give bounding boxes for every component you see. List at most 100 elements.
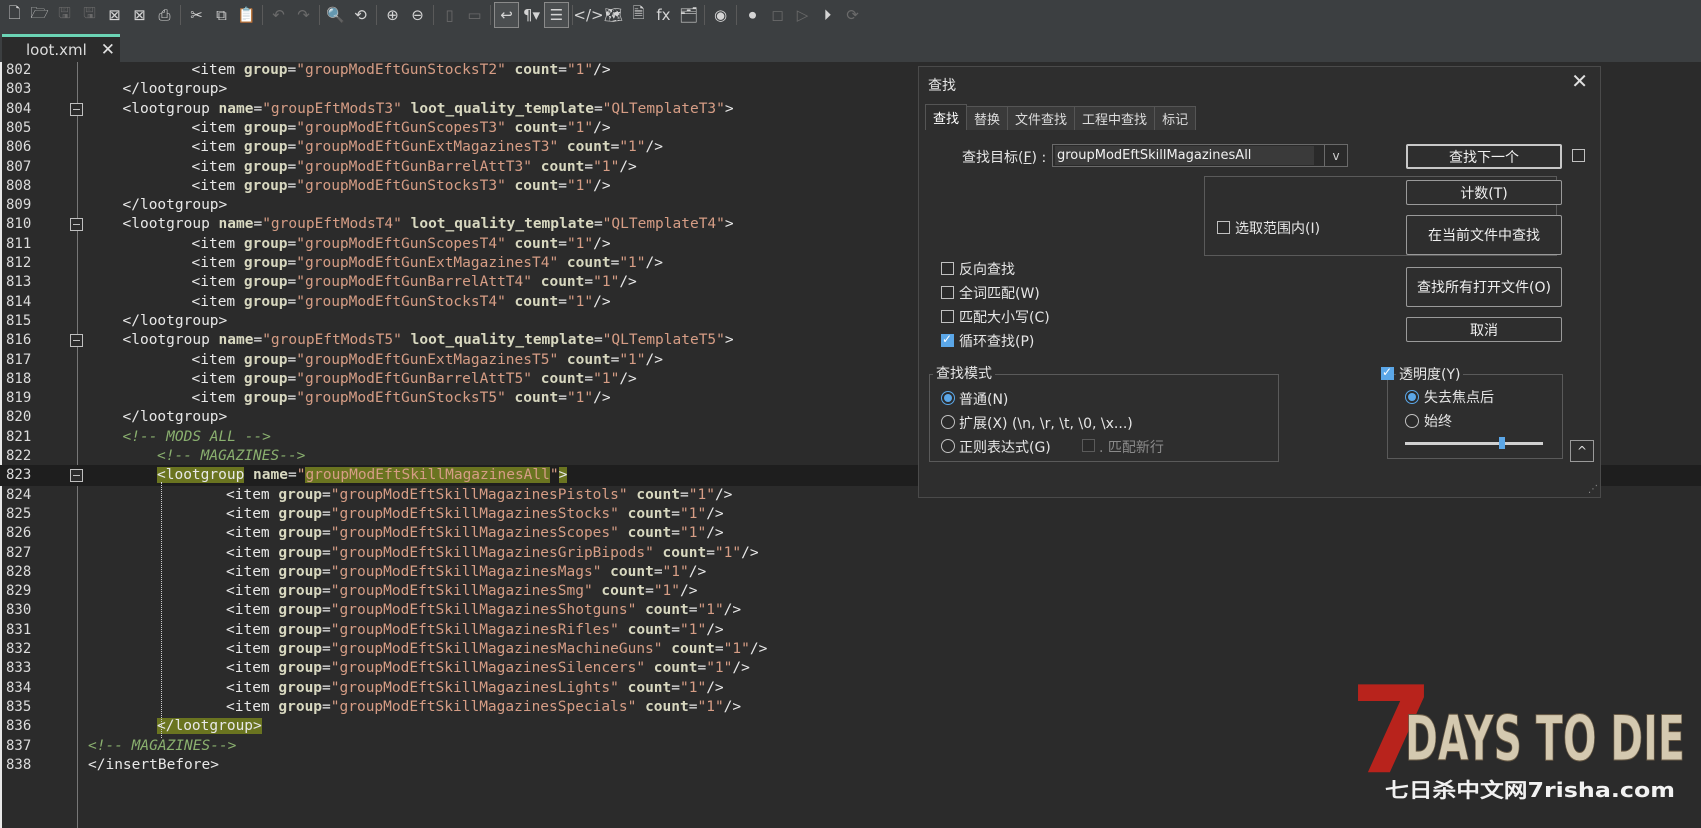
monitoring-icon[interactable]: ◉ — [708, 2, 733, 28]
code-token: count — [566, 139, 611, 156]
code-text: <item group="groupModEftGunExtMagazinesT… — [192, 253, 663, 274]
code-token: group — [243, 390, 288, 407]
transparency-slider-track[interactable] — [1405, 442, 1543, 445]
tab-find-in-files[interactable]: 文件查找 — [1007, 106, 1076, 130]
code-line[interactable]: 832 <item group="groupModEftSkillMagazine… — [0, 639, 1701, 660]
xml-tag-icon[interactable]: </> — [573, 2, 603, 28]
fold-toggle-icon[interactable] — [70, 469, 83, 483]
code-token: = — [287, 370, 297, 387]
print-icon[interactable]: ⎙ — [152, 2, 177, 28]
redo-icon[interactable]: ↷ — [291, 2, 316, 28]
save-macro-icon[interactable]: ⟳ — [840, 2, 865, 28]
replace-icon[interactable]: ⟲ — [348, 2, 373, 28]
wrap-around-checkbox[interactable] — [941, 332, 954, 347]
code-value: groupModEftGunExtMagazinesT5 — [305, 351, 550, 368]
cancel-button[interactable]: 取消 — [1406, 317, 1562, 342]
code-value: </lootgroup> — [157, 718, 262, 735]
close-all-icon[interactable]: ⊠ — [127, 2, 152, 28]
find-what-combo[interactable]: v — [1052, 144, 1348, 167]
code-token: = — [253, 216, 263, 233]
code-token: " — [732, 544, 742, 561]
find-all-current-button[interactable]: 在当前文件中查找 — [1406, 215, 1562, 255]
indent-guide-icon[interactable]: ☰ — [544, 2, 569, 28]
code-token: /> — [645, 255, 663, 271]
find-what-input[interactable] — [1055, 146, 1314, 165]
code-text: <item group="groupModEftGunStocksT5" cou… — [192, 388, 611, 409]
on-lose-focus-radio[interactable] — [1405, 390, 1419, 404]
resize-grip-icon[interactable]: ⋰ — [1588, 484, 1598, 495]
tab-find[interactable]: 查找 — [925, 104, 968, 130]
code-line[interactable]: 830 <item group="groupModEftSkillMagazine… — [0, 600, 1701, 621]
code-line[interactable]: 826 <item group="groupModEftSkillMagazine… — [0, 523, 1701, 544]
code-token: group — [278, 660, 323, 677]
save-all-icon[interactable]: 🖫 — [77, 2, 102, 28]
code-token: " — [653, 641, 672, 657]
play-macro-icon[interactable]: ▷ — [790, 2, 815, 28]
line-number: 836 — [6, 718, 32, 735]
code-line[interactable]: 831 <item group="groupModEftSkillMagazine… — [0, 620, 1701, 641]
always-radio[interactable] — [1405, 414, 1419, 428]
code-text: <lootgroup name="groupEftModsT5" loot_qu… — [123, 330, 734, 351]
tab-close-icon[interactable]: ✕ — [101, 40, 115, 60]
tab-mark[interactable]: 标记 — [1154, 106, 1197, 130]
cut-icon[interactable]: ✂ — [184, 2, 209, 28]
open-file-icon[interactable]: 🗁 — [27, 2, 52, 28]
fold-toggle-icon[interactable] — [70, 334, 83, 348]
record-macro-icon[interactable]: ⏺ — [740, 2, 765, 28]
code-line[interactable]: 827 <item group="groupModEftSkillMagazine… — [0, 543, 1701, 564]
close-icon[interactable]: ⊠ — [102, 2, 127, 28]
find-icon[interactable]: 🔍 — [323, 2, 348, 28]
save-icon[interactable]: 🖫 — [52, 2, 77, 28]
show-all-chars-icon[interactable]: ¶▾ — [519, 2, 544, 28]
find-next-button[interactable]: 查找下一个 — [1406, 144, 1562, 169]
code-line[interactable]: 825 <item group="groupModEftSkillMagazine… — [0, 504, 1701, 525]
tab-loot-xml[interactable]: loot.xml ✕ — [2, 34, 120, 62]
undo-icon[interactable]: ↶ — [266, 2, 291, 28]
stop-record-icon[interactable]: ◻ — [765, 2, 790, 28]
find-next-option-checkbox[interactable] — [1572, 149, 1585, 162]
code-token: count — [566, 255, 611, 271]
transparency-slider-thumb[interactable] — [1498, 437, 1505, 449]
folder-workspace-icon[interactable]: 🗂 — [676, 2, 701, 28]
code-token: <item — [191, 62, 244, 78]
tab-find-in-projects[interactable]: 工程中查找 — [1074, 106, 1156, 130]
sync-horizontal-icon[interactable]: ▭ — [462, 2, 487, 28]
new-file-icon[interactable]: 🗋 — [2, 2, 27, 28]
zoom-out-icon[interactable]: ⊖ — [405, 2, 430, 28]
code-line[interactable]: 829 <item group="groupModEftSkillMagazine… — [0, 581, 1701, 602]
code-text: <lootgroup name="groupEftModsT3" loot_qu… — [123, 99, 734, 120]
mode-regex-radio[interactable] — [941, 439, 955, 453]
backward-checkbox[interactable] — [941, 262, 954, 275]
code-line[interactable]: 828 <item group="groupModEftSkillMagazine… — [0, 562, 1701, 583]
code-token: count — [540, 158, 585, 175]
run-macro-icon[interactable]: ⏵ — [815, 2, 840, 28]
copy-icon[interactable]: ⧉ — [209, 2, 234, 28]
transparency-checkbox[interactable] — [1381, 365, 1394, 380]
function-list-icon[interactable]: fx — [651, 2, 676, 28]
fold-toggle-icon[interactable] — [70, 102, 83, 116]
match-case-checkbox[interactable] — [941, 310, 954, 323]
find-all-open-button[interactable]: 查找所有打开文件(O) — [1406, 267, 1562, 307]
dialog-close-icon[interactable]: ✕ — [1571, 69, 1588, 93]
word-wrap-icon[interactable]: ↩ — [494, 2, 519, 28]
mode-normal-radio[interactable] — [941, 391, 955, 405]
collapse-button[interactable]: ^ — [1570, 440, 1594, 462]
line-number: 838 — [6, 756, 32, 773]
chevron-down-icon[interactable]: v — [1324, 145, 1347, 166]
tab-replace[interactable]: 替换 — [966, 106, 1009, 130]
dot-newline-checkbox[interactable] — [1082, 439, 1095, 452]
sync-vertical-icon[interactable]: ▯ — [437, 2, 462, 28]
count-button[interactable]: 计数(T) — [1406, 180, 1562, 205]
zoom-in-icon[interactable]: ⊕ — [380, 2, 405, 28]
doc-list-icon[interactable]: 🗎 — [626, 2, 651, 28]
code-token: /> — [619, 158, 637, 175]
doc-map-icon[interactable]: 🗺 — [601, 2, 626, 28]
whole-word-checkbox[interactable] — [941, 286, 954, 299]
match-case-label: 匹配大小写(C) — [959, 310, 1050, 326]
code-token: group — [243, 139, 288, 156]
paste-icon[interactable]: 📋 — [234, 2, 259, 28]
fold-toggle-icon[interactable] — [70, 218, 83, 232]
mode-extended-radio[interactable] — [941, 415, 955, 429]
code-value: groupModEftSkillMagazinesMags — [339, 563, 593, 580]
in-selection-checkbox[interactable] — [1217, 221, 1230, 234]
